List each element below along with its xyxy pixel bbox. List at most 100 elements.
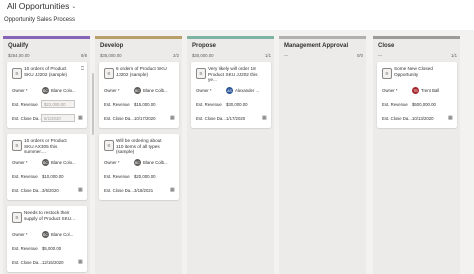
stage-amount: --- (284, 53, 289, 58)
est-close-date-value[interactable]: 1/17/2020 (226, 116, 245, 121)
opportunity-title[interactable]: 10 orders or Product SKU AX305 this summ… (24, 138, 76, 155)
est-revenue-label: Est. Revenue (382, 102, 408, 107)
est-close-date-label: Est. Close Da... (12, 188, 42, 193)
opportunity-card[interactable]: ≡ 10 orders of Product SKU JJ202 (sample)… (7, 62, 87, 128)
document-icon: ≡ (382, 68, 392, 79)
column-scrollbar[interactable] (92, 73, 94, 270)
avatar: TB (412, 87, 419, 94)
owner-name[interactable]: Blane Colb... (143, 88, 168, 93)
avatar: BC (42, 231, 49, 238)
stage-name: Develop (100, 43, 124, 49)
calendar-icon[interactable]: ▦ (170, 115, 175, 121)
document-icon: ≡ (12, 140, 22, 151)
stage-name: Qualify (8, 43, 29, 49)
avatar: AS (226, 87, 233, 94)
est-close-date-input[interactable]: 5/1/2020 (41, 114, 75, 122)
lock-icon: ⎕ (80, 66, 84, 72)
owner-name[interactable]: Blane Col... (51, 232, 73, 237)
stage-amount: $254,00.00 (8, 53, 30, 58)
document-icon: ≡ (12, 68, 22, 79)
owner-name[interactable]: Blane Colb... (143, 160, 168, 165)
stage-count: 0/0 (357, 53, 363, 58)
view-selector[interactable]: All Opportunities ⌄ (7, 1, 76, 11)
top-bar: All Opportunities ⌄ Opportunity Sales Pr… (0, 0, 474, 30)
stage-count: 1/1 (265, 53, 271, 58)
est-close-date-value[interactable]: 3/18/2021 (134, 188, 153, 193)
est-revenue-label: Est. Revenue (104, 174, 130, 179)
owner-name[interactable]: Trent Ball (421, 88, 439, 93)
calendar-icon[interactable]: ▦ (170, 187, 175, 193)
est-close-date-label: Est. Close Da... (12, 260, 42, 265)
est-revenue-value[interactable]: $30,000.00 (226, 102, 248, 107)
est-close-date-value[interactable]: 12/15/2020 (42, 260, 64, 265)
opportunity-title[interactable]: Will be ordering about 110 items of all … (116, 138, 168, 155)
est-revenue-label: Est. Revenue (12, 246, 38, 251)
calendar-icon[interactable]: ▦ (78, 259, 83, 265)
stage-count: 8/8 (81, 53, 87, 58)
opportunity-title[interactable]: 10 orders of Product SKU JJ202 (sample) (24, 66, 76, 77)
opportunity-card[interactable]: ≡ Very likely will order 18 Product SKU J… (191, 62, 271, 128)
est-close-date-value[interactable]: 10/13/2020 (412, 116, 434, 121)
calendar-icon[interactable]: ▦ (262, 115, 267, 121)
stage-name: Propose (192, 43, 217, 49)
avatar: BC (42, 87, 49, 94)
opportunity-card[interactable]: ≡ 6 orders of Product SKU JJ202 (sample) O… (99, 62, 179, 128)
stage-amount: --- (378, 53, 383, 58)
stage-color-bar (373, 36, 460, 39)
est-close-date-label: Est. Close Da... (104, 188, 134, 193)
est-revenue-value[interactable]: $10,000.00 (42, 174, 64, 179)
view-title: All Opportunities (7, 1, 70, 11)
scrollbar-thumb[interactable] (92, 73, 94, 135)
stage-count: 1/1 (451, 53, 457, 58)
stage-column: Propose $30,000.00 1/1 ≡ Very likely will or… (187, 36, 274, 274)
est-revenue-value[interactable]: $500,000.00 (412, 102, 436, 107)
opportunity-card[interactable]: ≡ Needs to restock their supply of Produc… (7, 206, 87, 272)
document-icon: ≡ (104, 140, 114, 151)
process-title: Opportunity Sales Process (4, 17, 76, 23)
stage-color-bar (187, 36, 274, 39)
document-icon: ≡ (12, 212, 22, 223)
opportunity-title[interactable]: 6 orders of Product SKU JJ202 (sample) (116, 66, 168, 77)
kanban-board: Qualify $254,00.00 8/8 ≡ 10 orders of Produc… (3, 36, 471, 274)
document-icon: ≡ (196, 68, 206, 79)
est-close-date-label: Est. Close Da... (196, 116, 226, 121)
calendar-icon[interactable]: ▦ (448, 115, 453, 121)
est-close-date-value[interactable]: 3/6/2020 (42, 188, 59, 193)
stage-color-bar (3, 36, 90, 39)
calendar-icon[interactable]: ▦ (78, 187, 83, 193)
opportunity-title[interactable]: Very likely will order 18 Product SKU JJ… (208, 66, 260, 83)
owner-label: Owner * (382, 88, 398, 93)
opportunity-title[interactable]: Some New Closed Opportunity (394, 66, 446, 77)
stage-amount: $35,000.00 (100, 53, 122, 58)
owner-name[interactable]: Alexander ... (235, 88, 259, 93)
owner-label: Owner * (12, 232, 28, 237)
opportunity-card[interactable]: ≡ 10 orders or Product SKU AX305 this sum… (7, 134, 87, 200)
est-revenue-input[interactable]: $22,000.00 (41, 100, 75, 108)
owner-label: Owner * (12, 88, 28, 93)
est-close-date-value[interactable]: 10/17/2020 (134, 116, 156, 121)
est-revenue-label: Est. Revenue (12, 174, 38, 179)
opportunity-card[interactable]: ≡ Will be ordering about 110 items of all… (99, 134, 179, 200)
est-revenue-label: Est. Revenue (104, 102, 130, 107)
avatar: BC (42, 159, 49, 166)
owner-label: Owner * (12, 160, 28, 165)
chevron-down-icon[interactable]: ⌄ (71, 3, 76, 10)
document-icon: ≡ (104, 68, 114, 79)
avatar: BC (134, 159, 141, 166)
est-revenue-label: Est. Revenue (12, 102, 38, 107)
est-close-date-label: Est. Close Da... (12, 116, 42, 121)
est-revenue-value[interactable]: $20,000.00 (134, 174, 156, 179)
stage-column: Develop $35,000.00 2/2 ≡ 6 orders of Product… (95, 36, 182, 274)
est-revenue-value[interactable]: $15,000.00 (134, 102, 156, 107)
owner-name[interactable]: Blane Colo... (51, 88, 76, 93)
est-revenue-value[interactable]: $5,000.00 (42, 246, 61, 251)
stage-count: 2/2 (173, 53, 179, 58)
opportunity-card[interactable]: ≡ Some New Closed Opportunity Owner * TB Tre… (377, 62, 457, 128)
opportunity-title[interactable]: Needs to restock their supply of Product… (24, 210, 76, 221)
avatar: BC (134, 87, 141, 94)
calendar-icon[interactable]: ▦ (78, 115, 83, 121)
stage-name: Management Approval (284, 43, 349, 49)
stage-column: Close --- 1/1 ≡ Some New Closed Opportunity O… (373, 36, 460, 274)
owner-name[interactable]: Blane Colo... (51, 160, 76, 165)
stage-color-bar (279, 36, 366, 39)
